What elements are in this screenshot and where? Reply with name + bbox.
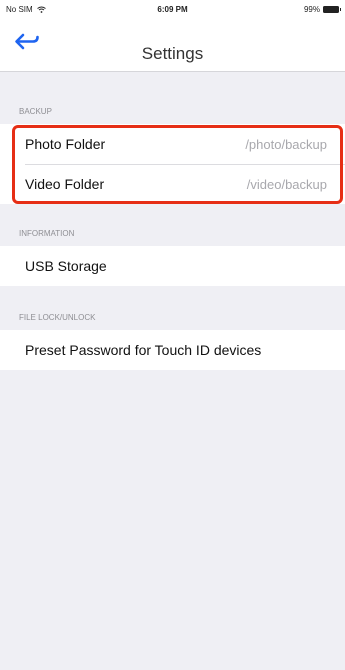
video-folder-row[interactable]: Video Folder /video/backup <box>0 164 345 204</box>
photo-folder-label: Photo Folder <box>25 136 106 152</box>
section-header-label: INFORMATION <box>19 229 75 238</box>
usb-storage-row[interactable]: USB Storage <box>0 246 345 286</box>
information-group: USB Storage <box>0 246 345 286</box>
video-folder-label: Video Folder <box>25 176 105 192</box>
page-title: Settings <box>141 44 204 63</box>
video-folder-value: /video/backup <box>246 176 327 192</box>
battery-percent: 99% <box>303 5 320 14</box>
photo-folder-row[interactable]: Photo Folder /photo/backup <box>0 124 345 164</box>
section-header-label: FILE LOCK/UNLOCK <box>19 313 96 322</box>
status-bar: No SIM 6:09 PM 99% <box>0 0 345 20</box>
usb-storage-label: USB Storage <box>25 258 107 274</box>
battery-status: 99% <box>303 5 341 14</box>
backup-group: Photo Folder /photo/backup Video Folder … <box>0 124 345 204</box>
section-header-label: BACKUP <box>19 107 52 116</box>
section-header-file-lock: FILE LOCK/UNLOCK <box>0 300 345 330</box>
clock-time: 6:09 PM <box>157 5 188 14</box>
preset-password-row[interactable]: Preset Password for Touch ID devices <box>0 330 345 370</box>
navigation-bar: Settings <box>0 20 345 72</box>
file-lock-group: Preset Password for Touch ID devices <box>0 330 345 370</box>
preset-password-label: Preset Password for Touch ID devices <box>25 342 262 358</box>
section-header-backup: BACKUP <box>0 94 345 124</box>
section-header-information: INFORMATION <box>0 216 345 246</box>
battery-icon <box>323 6 341 13</box>
photo-folder-value: /photo/backup <box>245 136 327 152</box>
